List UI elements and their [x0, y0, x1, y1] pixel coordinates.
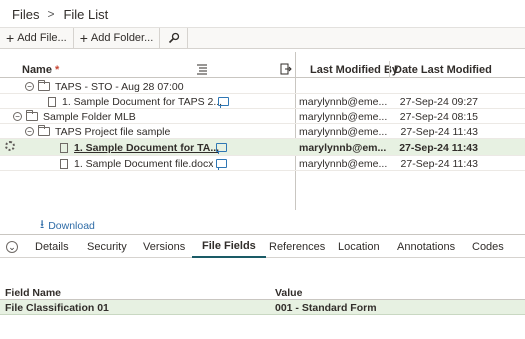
row-date-modified: 27-Sep-24 11:43 — [400, 157, 478, 170]
row-last-modified-by: marylynnb@eme... — [299, 157, 388, 170]
field-value[interactable]: 001 - Standard Form — [275, 300, 377, 315]
row-name[interactable]: 1. Sample Document file.docx — [74, 158, 213, 170]
download-link[interactable]: ⭳ Download — [40, 215, 95, 236]
file-field-row[interactable]: File Classification 01 001 - Standard Fo… — [0, 300, 525, 315]
row-date-modified: 27-Sep-24 11:43 — [400, 125, 478, 138]
add-folder-label: Add Folder... — [90, 32, 154, 44]
column-name-label: Name — [22, 63, 52, 76]
file-grid-header: Name * Last Modified By Date Last Modifi… — [0, 61, 525, 78]
gear-icon[interactable] — [5, 141, 15, 151]
row-last-modified-by: marylynnb@em... — [299, 141, 387, 154]
comment-icon[interactable] — [218, 97, 229, 108]
breadcrumb: Files > File List — [12, 4, 108, 24]
tab-file-fields[interactable]: File Fields — [192, 235, 266, 258]
folder-icon — [38, 80, 50, 91]
column-divider — [389, 61, 390, 78]
collapse-panel-icon[interactable]: ⌄ — [6, 241, 18, 253]
column-options-icon[interactable] — [196, 63, 208, 75]
download-icon: ⭳ — [40, 217, 45, 231]
folder-icon — [38, 125, 50, 136]
plus-icon: + — [6, 30, 15, 46]
tab-location[interactable]: Location — [338, 235, 380, 258]
tab-annotations[interactable]: Annotations — [397, 235, 455, 258]
row-last-modified-by: marylynnb@eme... — [299, 110, 388, 123]
row-name[interactable]: 1. Sample Document for TAPS 2... — [62, 96, 222, 108]
export-icon[interactable] — [280, 63, 292, 75]
download-label: Download — [48, 219, 95, 232]
document-icon — [48, 96, 56, 107]
table-row[interactable]: 1. Sample Document for TAPS 2... marylyn… — [0, 94, 525, 109]
comment-icon[interactable] — [216, 143, 227, 154]
tab-versions[interactable]: Versions — [143, 235, 185, 258]
row-date-modified: 27-Sep-24 08:15 — [399, 110, 478, 123]
document-icon — [60, 158, 68, 169]
add-file-button[interactable]: + Add File... — [0, 28, 74, 48]
wrench-icon — [168, 32, 179, 44]
tab-security[interactable]: Security — [87, 235, 127, 258]
add-file-label: Add File... — [17, 32, 67, 44]
column-header-last-modified-by[interactable]: Last Modified By — [310, 61, 398, 78]
tab-references[interactable]: References — [269, 235, 325, 258]
table-row[interactable]: − Sample Folder MLB marylynnb@eme... 27-… — [0, 109, 525, 124]
row-name: TAPS - STO - Aug 28 07:00 — [55, 80, 184, 93]
collapse-toggle-icon[interactable]: − — [25, 82, 34, 91]
plus-icon: + — [79, 30, 88, 46]
column-header-field-name: Field Name — [5, 286, 62, 299]
row-name: Sample Folder MLB — [43, 110, 136, 123]
column-header-date-last-modified[interactable]: Date Last Modified — [394, 61, 492, 78]
folder-icon — [26, 110, 38, 121]
file-fields-header: Field Name Value — [0, 285, 525, 300]
detail-tabs: ⌄ Details Security Versions File Fields … — [0, 234, 525, 258]
tab-details[interactable]: Details — [35, 235, 69, 258]
breadcrumb-files-link[interactable]: Files — [12, 7, 39, 22]
collapse-toggle-icon[interactable]: − — [25, 127, 34, 136]
row-last-modified-by: marylynnb@eme... — [299, 95, 388, 108]
tab-codes[interactable]: Codes — [472, 235, 504, 258]
document-icon — [60, 142, 68, 153]
page-title: File List — [63, 6, 109, 22]
required-marker: * — [54, 63, 60, 76]
table-row[interactable]: − TAPS Project file sample marylynnb@eme… — [0, 124, 525, 139]
table-row-selected[interactable]: 1. Sample Document for TA... marylynnb@e… — [0, 139, 525, 156]
row-date-modified: 27-Sep-24 09:27 — [399, 95, 478, 108]
row-date-modified: 27-Sep-24 11:43 — [399, 141, 478, 154]
field-name: File Classification 01 — [5, 301, 109, 314]
row-name: TAPS Project file sample — [55, 125, 171, 138]
column-header-value: Value — [275, 286, 303, 299]
file-toolbar: + Add File... + Add Folder... — [0, 27, 525, 49]
table-row[interactable]: 1. Sample Document file.docx marylynnb@e… — [0, 156, 525, 171]
comment-icon[interactable] — [216, 159, 227, 170]
add-folder-button[interactable]: + Add Folder... — [74, 28, 161, 48]
column-header-name[interactable]: Name * — [22, 61, 59, 78]
collapse-toggle-icon[interactable]: − — [13, 112, 22, 121]
tools-button[interactable] — [160, 28, 189, 48]
row-name[interactable]: 1. Sample Document for TA... — [74, 142, 219, 154]
row-last-modified-by: marylynnb@eme... — [299, 125, 388, 138]
chevron-right-icon: > — [47, 7, 55, 21]
table-row[interactable]: − TAPS - STO - Aug 28 07:00 — [0, 79, 525, 94]
